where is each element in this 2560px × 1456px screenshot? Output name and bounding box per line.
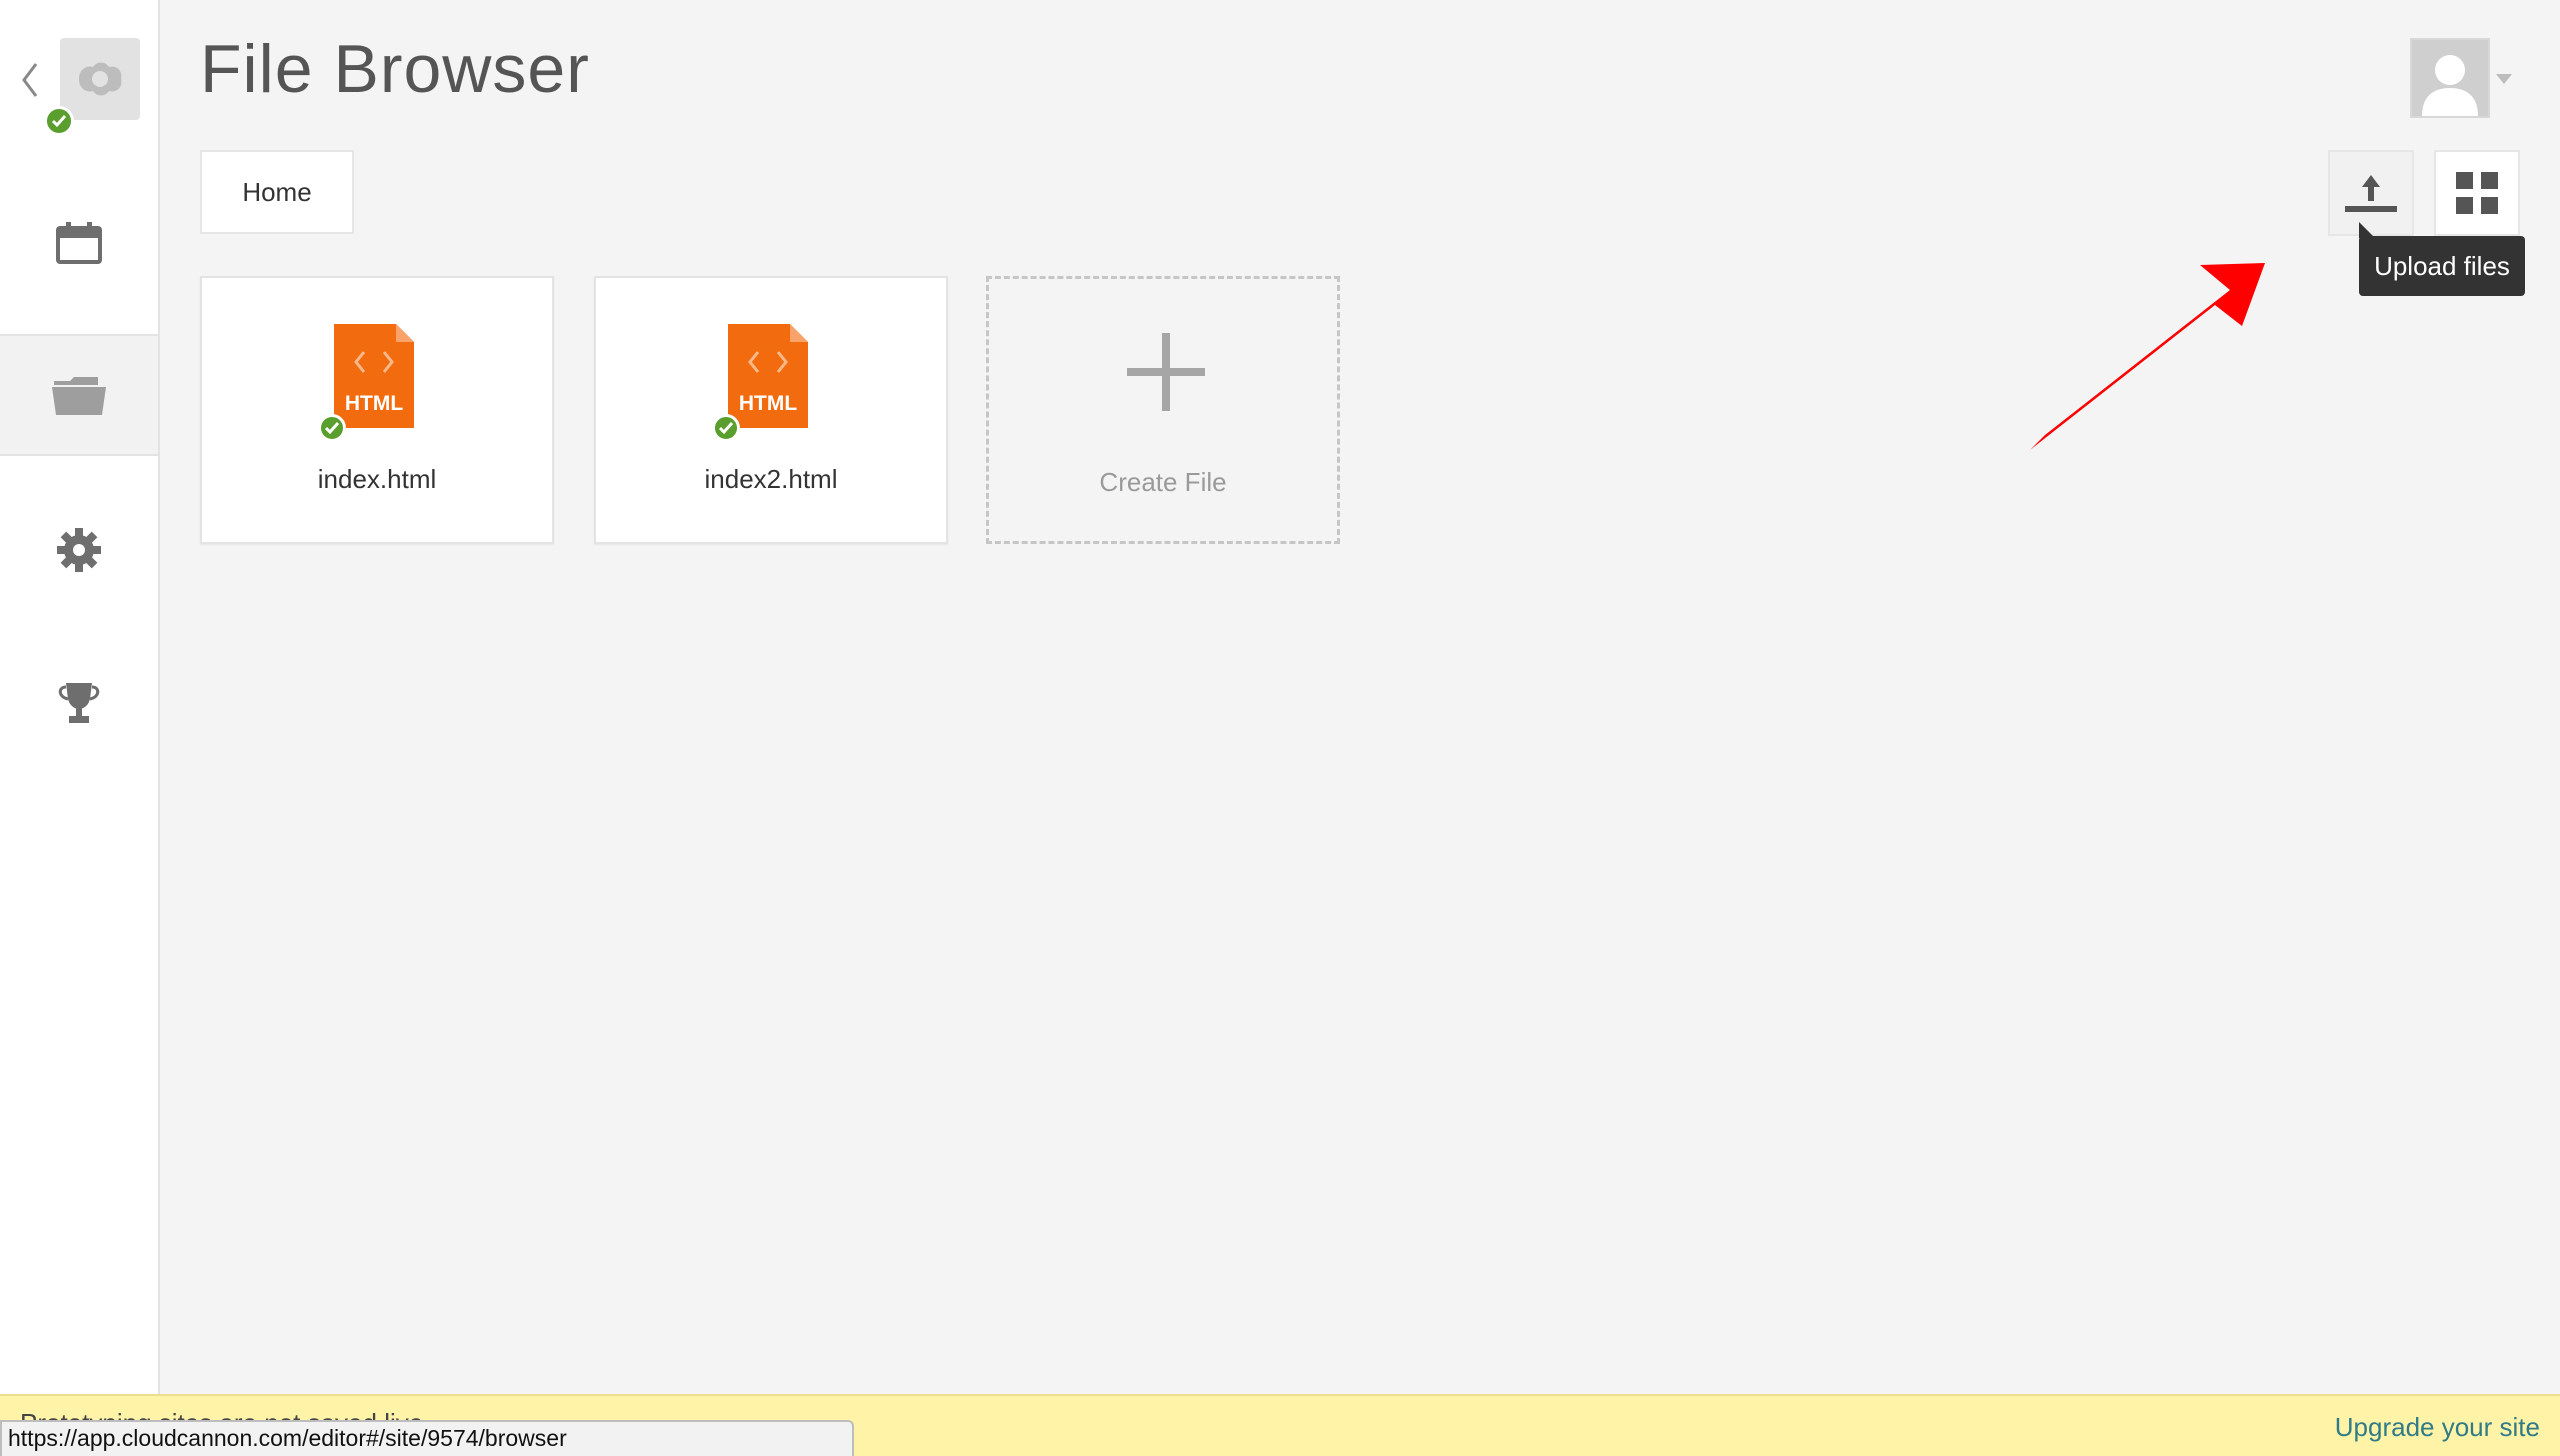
html-badge: HTML	[345, 392, 403, 415]
status-check-icon	[318, 414, 346, 442]
status-check-icon	[712, 414, 740, 442]
sidebar-item-achievements[interactable]	[0, 642, 158, 764]
avatar	[2410, 38, 2490, 118]
gear-icon	[57, 528, 101, 572]
upload-files-tooltip: Upload files	[2359, 222, 2525, 296]
html-file-icon: HTML	[334, 324, 414, 428]
back-button[interactable]	[14, 58, 46, 102]
user-menu[interactable]	[2410, 38, 2520, 122]
upgrade-site-link[interactable]: Upgrade your site	[2335, 1412, 2540, 1443]
user-silhouette-icon	[2422, 55, 2478, 116]
sidebar-item-files[interactable]	[0, 334, 158, 456]
file-name: index.html	[317, 464, 437, 494]
grid-view-button[interactable]	[2434, 150, 2520, 236]
sidebar-item-schedule[interactable]	[0, 182, 158, 304]
trophy-icon	[58, 683, 100, 723]
sidebar	[0, 0, 160, 1456]
calendar-icon	[56, 222, 102, 264]
breadcrumb-home[interactable]: Home	[200, 150, 354, 234]
create-file-button[interactable]: Create File	[986, 276, 1340, 544]
file-card-index2[interactable]: HTML index2.html	[594, 276, 948, 544]
sidebar-item-settings[interactable]	[0, 489, 158, 611]
html-file-icon: HTML	[728, 324, 808, 428]
page-title: File Browser	[200, 31, 590, 107]
site-logo[interactable]	[60, 38, 140, 120]
plus-icon	[1127, 333, 1205, 411]
file-card-index[interactable]: HTML index.html	[200, 276, 554, 544]
grid-view-icon	[2456, 172, 2498, 214]
folder-icon	[52, 377, 106, 415]
chevron-left-icon	[22, 63, 38, 97]
chevron-down-icon	[2496, 74, 2512, 84]
html-badge: HTML	[739, 392, 797, 415]
status-check-icon	[44, 106, 74, 136]
create-file-label: Create File	[1099, 467, 1227, 497]
link-preview-status: https://app.cloudcannon.com/editor#/site…	[0, 1420, 854, 1456]
annotation-arrow-icon	[2030, 263, 2265, 450]
upload-icon	[2345, 175, 2397, 212]
file-name: index2.html	[704, 464, 838, 494]
cloudcannon-logo-icon	[79, 62, 122, 96]
